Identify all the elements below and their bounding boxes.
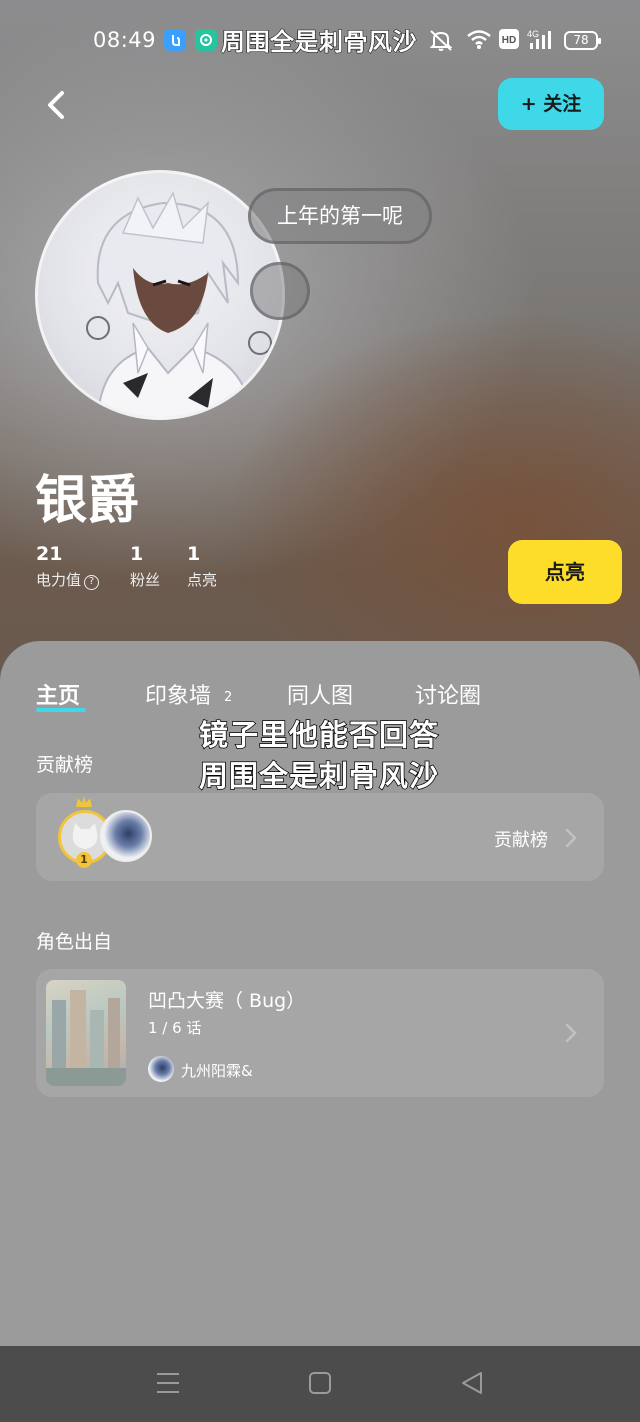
- home-square-icon[interactable]: [308, 1370, 332, 1396]
- status-bubble[interactable]: 上年的第一呢: [248, 188, 432, 244]
- cover-illustration: [46, 990, 126, 1086]
- contributor-avatar[interactable]: [100, 810, 152, 862]
- avatar[interactable]: [35, 170, 285, 420]
- follow-button[interactable]: + 关注: [498, 78, 604, 130]
- app-blue-icon: [164, 29, 186, 51]
- author-avatar: [148, 1056, 174, 1082]
- back-triangle-icon[interactable]: [460, 1370, 484, 1396]
- light-up-button[interactable]: 点亮: [508, 540, 622, 604]
- crown-icon: [76, 796, 92, 807]
- battery-icon: 78: [564, 31, 601, 50]
- hd-icon: HD: [499, 29, 519, 49]
- menu-icon[interactable]: [155, 1370, 181, 1396]
- tab-active-indicator: [36, 708, 86, 712]
- stat-lights[interactable]: 1 点亮: [187, 543, 217, 590]
- work-title: 凹凸大赛（ Bug）: [148, 990, 306, 1012]
- help-icon[interactable]: ?: [84, 575, 100, 590]
- contribution-link-label[interactable]: 贡献榜: [494, 826, 548, 852]
- stat-fans-label: 粉丝: [130, 571, 161, 589]
- tab-impression-wall[interactable]: 印象墙: [145, 678, 211, 710]
- stat-fans-value: 1: [130, 543, 144, 565]
- status-lyric: 周围全是刺骨风沙: [221, 28, 418, 57]
- author-name: 九州阳霖&: [181, 1062, 253, 1080]
- contribution-section-title: 贡献榜: [36, 754, 94, 776]
- tab-fan-art[interactable]: 同人图: [287, 678, 353, 710]
- status-time: 08:49: [93, 28, 157, 52]
- chevron-right-icon[interactable]: [564, 827, 578, 849]
- chevron-right-icon[interactable]: [564, 1022, 578, 1044]
- stat-lights-label: 点亮: [187, 571, 218, 589]
- signal-4g-icon: 4G: [527, 29, 551, 49]
- app-green-icon: [195, 29, 217, 51]
- profile-name: 银爵: [35, 471, 140, 531]
- back-arrow-icon[interactable]: [38, 85, 74, 125]
- svg-text:HD: HD: [502, 35, 516, 46]
- svg-text:4G: 4G: [527, 29, 539, 39]
- tab-impression-count: 2: [224, 690, 233, 705]
- rank-number-badge: 1: [76, 852, 92, 868]
- empty-bubble[interactable]: [250, 262, 310, 320]
- tab-home[interactable]: 主页: [36, 678, 80, 710]
- stat-power[interactable]: 21 电力值?: [36, 543, 100, 590]
- source-section-title: 角色出自: [36, 931, 113, 953]
- work-episodes: 1 / 6 话: [148, 1019, 202, 1037]
- tab-discussion[interactable]: 讨论圈: [415, 678, 481, 710]
- stat-lights-value: 1: [187, 543, 201, 565]
- wifi-icon: [467, 30, 491, 49]
- stat-fans[interactable]: 1 粉丝: [130, 543, 160, 590]
- bell-off-icon: [429, 30, 453, 51]
- status-bar: 08:49 周围全是刺骨风沙 HD 4G 78: [0, 0, 640, 80]
- lyric-line-2: 周围全是刺骨风沙: [198, 758, 440, 794]
- stat-power-value: 21: [36, 543, 63, 565]
- lyric-line-1: 镜子里他能否回答: [198, 717, 440, 753]
- work-cover-image[interactable]: [46, 980, 126, 1086]
- stat-power-label: 电力值?: [36, 569, 100, 590]
